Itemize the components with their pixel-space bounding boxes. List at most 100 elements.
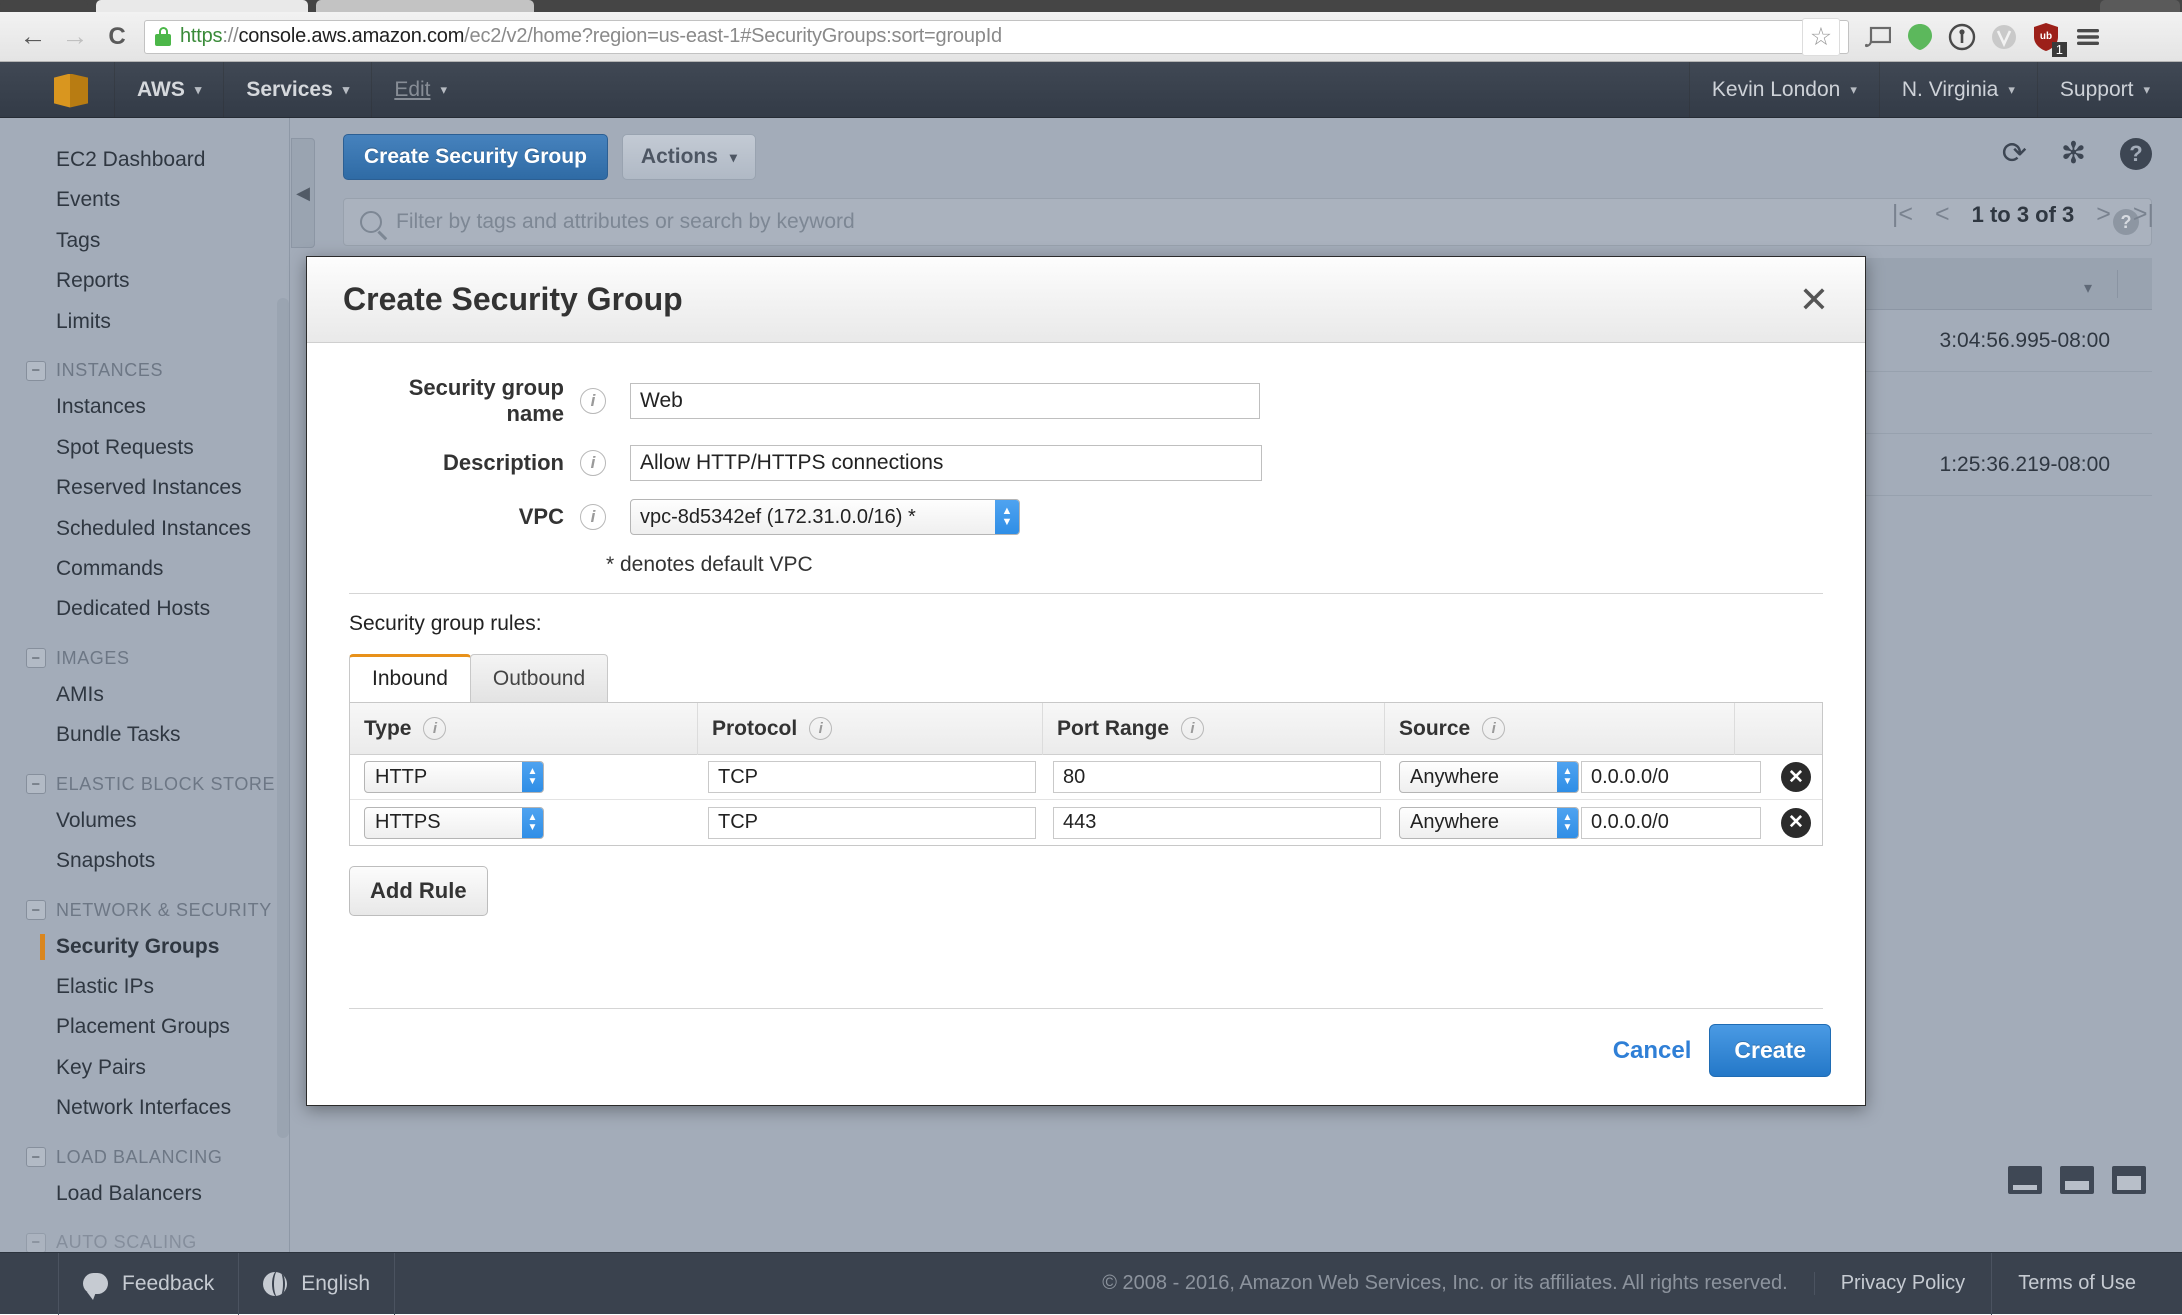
prev-page-icon[interactable]: <	[1935, 200, 1950, 229]
sidebar-item-reserved-instances[interactable]: Reserved Instances	[0, 468, 289, 508]
sidebar-item-limits[interactable]: Limits	[0, 302, 289, 342]
rule-type-select[interactable]: HTTPS ▲ ▼	[364, 806, 544, 839]
browser-tab-active[interactable]	[316, 0, 534, 12]
nav-item-support[interactable]: Support ▾	[2038, 62, 2182, 118]
rule-source-value-input[interactable]: 0.0.0.0/0	[1581, 806, 1761, 839]
cancel-button[interactable]: Cancel	[1613, 1037, 1692, 1065]
last-page-icon[interactable]: >|	[2133, 200, 2154, 229]
security-group-name-input[interactable]: Web	[630, 383, 1260, 419]
first-page-icon[interactable]: |<	[1892, 200, 1913, 229]
info-icon[interactable]: i	[580, 504, 606, 530]
description-input[interactable]: Allow HTTP/HTTPS connections	[630, 445, 1262, 481]
collapse-minus-icon[interactable]: −	[26, 900, 46, 921]
layout-toggle-bottom-icon[interactable]	[2008, 1166, 2042, 1194]
sidebar-section-load-balancing[interactable]: − LOAD BALANCING	[0, 1129, 289, 1174]
create-button[interactable]: Create	[1709, 1024, 1831, 1077]
refresh-icon[interactable]: ⟳	[2002, 139, 2027, 169]
browser-tab-inactive[interactable]	[2100, 0, 2180, 12]
sidebar-item-amis[interactable]: AMIs	[0, 675, 289, 715]
sidebar-item-instances[interactable]: Instances	[0, 387, 289, 427]
onepassword-icon[interactable]	[1941, 16, 1983, 58]
info-icon[interactable]: i	[423, 717, 447, 740]
sidebar-item-ec2-dashboard[interactable]: EC2 Dashboard	[0, 140, 289, 180]
cast-icon[interactable]	[1857, 16, 1899, 58]
collapse-minus-icon[interactable]: −	[26, 1147, 46, 1168]
sidebar-section-auto-scaling[interactable]: − AUTO SCALING	[0, 1214, 289, 1252]
terms-of-use-link[interactable]: Terms of Use	[1992, 1253, 2182, 1315]
help-icon[interactable]: ?	[2120, 138, 2152, 170]
sidebar-item-key-pairs[interactable]: Key Pairs	[0, 1048, 289, 1088]
browser-tab-inactive[interactable]	[96, 0, 308, 12]
sidebar-item-volumes[interactable]: Volumes	[0, 801, 289, 841]
nav-item-region[interactable]: N. Virginia ▾	[1880, 62, 2037, 118]
nav-item-services[interactable]: Services ▾	[224, 62, 371, 118]
sidebar-item-dedicated-hosts[interactable]: Dedicated Hosts	[0, 589, 289, 629]
info-icon[interactable]: i	[1181, 717, 1205, 740]
sidebar-item-elastic-ips[interactable]: Elastic IPs	[0, 967, 289, 1007]
delete-rule-button[interactable]: ✕	[1781, 807, 1811, 838]
rule-port-input[interactable]: 80	[1053, 761, 1381, 793]
info-icon[interactable]: i	[809, 717, 833, 740]
sidebar-section-network-security[interactable]: − NETWORK & SECURITY	[0, 882, 289, 927]
column-resize-handle[interactable]	[2117, 270, 2118, 298]
vimium-icon[interactable]	[1983, 16, 2025, 58]
sidebar-section-elastic-block-store[interactable]: − ELASTIC BLOCK STORE	[0, 756, 289, 801]
feedback-button[interactable]: Feedback	[58, 1252, 240, 1315]
sidebar-item-snapshots[interactable]: Snapshots	[0, 841, 289, 881]
sidebar-item-scheduled-instances[interactable]: Scheduled Instances	[0, 509, 289, 549]
select-stepper-icon[interactable]: ▲ ▼	[522, 807, 543, 838]
info-icon[interactable]: i	[580, 388, 606, 414]
collapse-minus-icon[interactable]: −	[26, 648, 46, 669]
sidebar-scrollbar[interactable]	[277, 298, 289, 1138]
sidebar-item-security-groups[interactable]: Security Groups	[0, 927, 289, 967]
privacy-policy-link[interactable]: Privacy Policy	[1815, 1252, 1993, 1315]
add-rule-button[interactable]: Add Rule	[349, 866, 488, 916]
info-icon[interactable]: i	[580, 450, 606, 476]
back-icon[interactable]: ←	[12, 16, 54, 58]
select-stepper-icon[interactable]: ▲ ▼	[522, 762, 543, 792]
sidebar-section-images[interactable]: − IMAGES	[0, 630, 289, 675]
close-icon[interactable]: ✕	[1799, 281, 1829, 318]
bookmark-star-icon[interactable]: ☆	[1802, 17, 1840, 56]
actions-button[interactable]: Actions ▾	[621, 134, 756, 180]
sidebar-item-events[interactable]: Events	[0, 180, 289, 220]
select-stepper-icon[interactable]: ▲ ▼	[1557, 807, 1578, 838]
ublock-icon[interactable]: ub 1	[2025, 16, 2067, 58]
delete-rule-button[interactable]: ✕	[1781, 762, 1811, 792]
sidebar-item-placement-groups[interactable]: Placement Groups	[0, 1007, 289, 1047]
chrome-menu-icon[interactable]	[2067, 16, 2109, 58]
next-page-icon[interactable]: >	[2096, 200, 2111, 229]
collapse-minus-icon[interactable]: −	[26, 360, 46, 381]
select-stepper-icon[interactable]: ▲ ▼	[1557, 762, 1578, 792]
address-bar[interactable]: https://console.aws.amazon.com/ec2/v2/ho…	[144, 17, 1849, 56]
nav-item-edit[interactable]: Edit ▾	[372, 62, 469, 118]
rule-type-select[interactable]: HTTP ▲ ▼	[364, 761, 544, 793]
rule-port-input[interactable]: 443	[1053, 806, 1381, 839]
select-stepper-icon[interactable]: ▲ ▼	[995, 500, 1019, 534]
reload-icon[interactable]: C	[96, 16, 138, 58]
sidebar-item-network-interfaces[interactable]: Network Interfaces	[0, 1088, 289, 1128]
tab-inbound[interactable]: Inbound	[349, 654, 471, 702]
rule-source-value-input[interactable]: 0.0.0.0/0	[1581, 761, 1761, 793]
sidebar-item-load-balancers[interactable]: Load Balancers	[0, 1174, 289, 1214]
language-button[interactable]: English	[239, 1252, 396, 1315]
create-security-group-button[interactable]: Create Security Group	[343, 134, 608, 180]
nav-item-account[interactable]: Kevin London ▾	[1690, 62, 1879, 118]
evernote-icon[interactable]	[1899, 16, 1941, 58]
collapse-minus-icon[interactable]: −	[26, 774, 46, 795]
tab-outbound[interactable]: Outbound	[469, 654, 609, 702]
collapse-minus-icon[interactable]: −	[26, 1232, 46, 1252]
aws-logo-icon[interactable]	[54, 70, 88, 110]
layout-toggle-split-icon[interactable]	[2060, 1166, 2094, 1194]
sidebar-section-instances[interactable]: − INSTANCES	[0, 342, 289, 387]
layout-toggle-full-icon[interactable]	[2112, 1166, 2146, 1194]
sidebar-item-spot-requests[interactable]: Spot Requests	[0, 428, 289, 468]
rule-source-type-select[interactable]: Anywhere ▲ ▼	[1399, 806, 1579, 839]
sidebar-item-bundle-tasks[interactable]: Bundle Tasks	[0, 715, 289, 755]
sort-caret-icon[interactable]: ▾	[2084, 278, 2092, 298]
sidebar-item-tags[interactable]: Tags	[0, 221, 289, 261]
gear-icon[interactable]: ✻	[2061, 139, 2086, 169]
forward-icon[interactable]: →	[54, 16, 96, 58]
sidebar-item-reports[interactable]: Reports	[0, 261, 289, 301]
rule-source-type-select[interactable]: Anywhere ▲ ▼	[1399, 761, 1579, 793]
